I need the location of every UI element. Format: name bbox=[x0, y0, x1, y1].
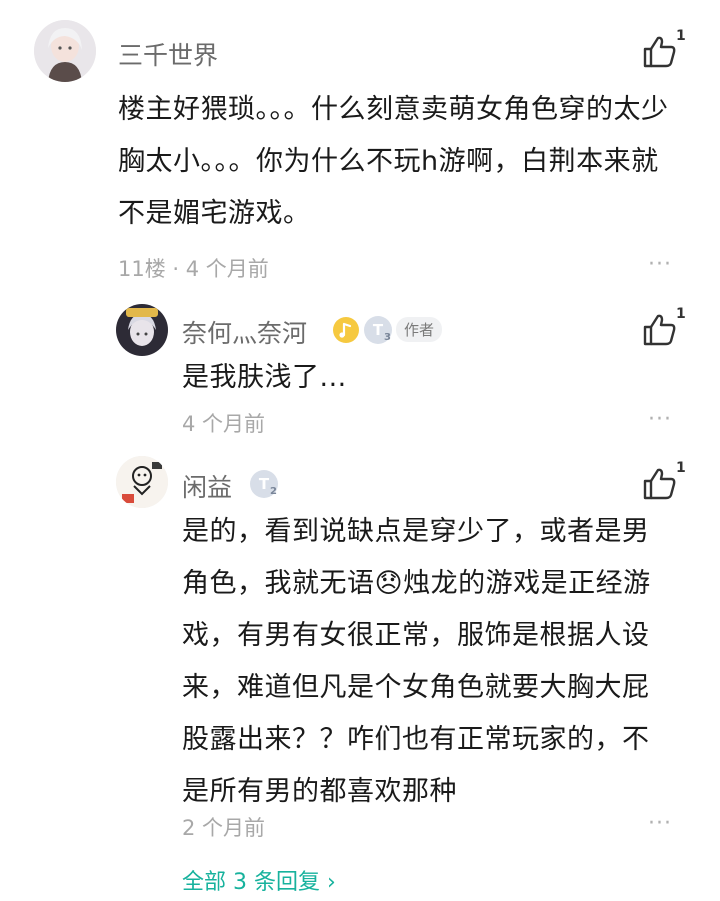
thumbs-up-icon[interactable] bbox=[640, 464, 680, 504]
comment-meta: 11楼 · 4 个月前 bbox=[118, 257, 269, 281]
like-count: 1 bbox=[676, 306, 686, 322]
like-count: 1 bbox=[676, 28, 686, 44]
thumbs-up-icon[interactable] bbox=[640, 32, 680, 72]
author-tag: 作者 bbox=[396, 317, 443, 342]
avatar[interactable] bbox=[34, 20, 96, 82]
username[interactable]: 三千世界 bbox=[118, 36, 218, 72]
more-icon[interactable]: ··· bbox=[648, 811, 672, 836]
avatar[interactable] bbox=[116, 304, 168, 356]
avatar[interactable] bbox=[116, 456, 168, 508]
level-number: 2 bbox=[270, 486, 277, 497]
reply-meta: 4 个月前 bbox=[182, 412, 266, 436]
username[interactable]: 闲益 bbox=[182, 468, 232, 504]
username[interactable]: 奈何灬奈河 bbox=[182, 314, 307, 350]
reply-text-part: 烛龙的游戏是正经游戏，有男有女很正常，服饰是根据人设来，难道但凡是个女角色就要大… bbox=[182, 568, 651, 807]
sad-face-emoji: 😞 bbox=[374, 568, 404, 599]
reply-text: 是我肤浅了... bbox=[182, 362, 347, 393]
like-count: 1 bbox=[676, 460, 686, 476]
thumbs-up-icon[interactable] bbox=[640, 310, 680, 350]
reply-text: 是的，看到说缺点是穿少了，或者是男角色，我就无语😞烛龙的游戏是正经游戏，有男有女… bbox=[182, 506, 667, 818]
level-number: 3 bbox=[384, 332, 391, 343]
music-note-badge-icon bbox=[333, 317, 359, 343]
more-icon[interactable]: ··· bbox=[648, 407, 672, 432]
reply-meta: 2 个月前 bbox=[182, 816, 266, 840]
view-all-replies-link[interactable]: 全部 3 条回复 › bbox=[182, 864, 336, 896]
more-icon[interactable]: ··· bbox=[648, 252, 672, 277]
comment-text: 楼主好猥琐。。。什么刻意卖萌女角色穿的太少胸太小。。。你为什么不玩h游啊，白荆本… bbox=[118, 94, 669, 229]
